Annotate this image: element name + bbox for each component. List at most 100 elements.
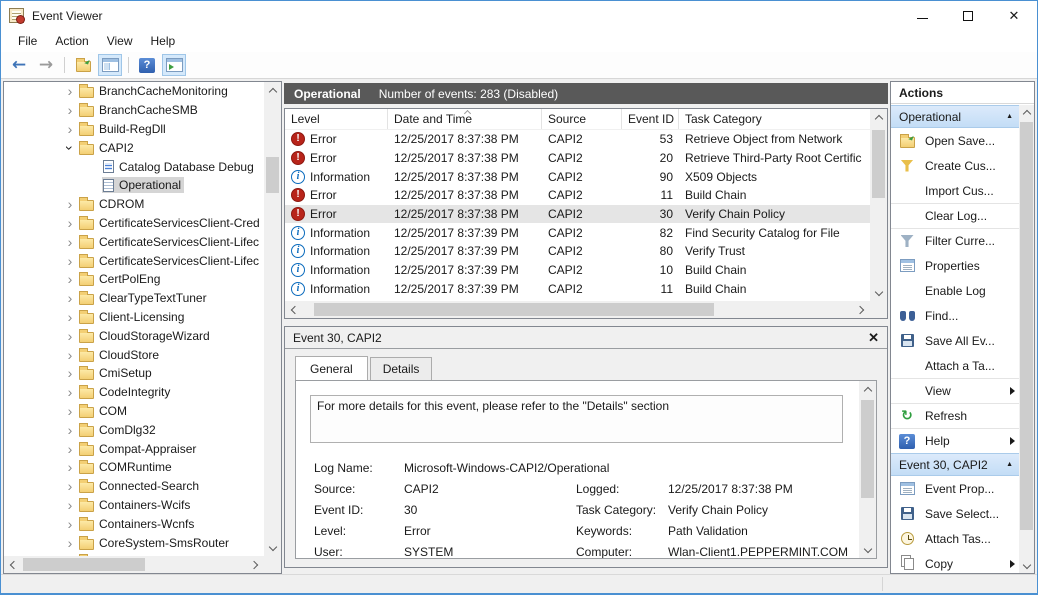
event-row-20-error[interactable]: Error12/25/2017 8:37:38 PMCAPI220Retriev… [285,149,870,168]
column-header-level[interactable]: Level [285,109,388,129]
scroll-up-button[interactable] [1019,105,1034,120]
event-row-53-error[interactable]: Error12/25/2017 8:37:38 PMCAPI253Retriev… [285,130,870,149]
tree-item-comdlg32[interactable]: ›ComDlg32 [4,420,264,439]
action-event-prop[interactable]: Event Prop... [891,476,1019,501]
expander-icon[interactable]: › [62,216,78,230]
tree-item-cmisetup[interactable]: ›CmiSetup [4,364,264,383]
table-horizontal-scrollbar[interactable] [285,301,870,318]
tree-item-codeintegrity[interactable]: ›CodeIntegrity [4,383,264,402]
tree-item-cdrom[interactable]: ›CDROM [4,195,264,214]
expander-icon[interactable]: › [62,103,78,117]
tree-item-containers-wcifs[interactable]: ›Containers-Wcifs [4,496,264,515]
scroll-thumb[interactable] [872,130,885,198]
action-properties[interactable]: Properties [891,253,1019,278]
expander-icon[interactable]: › [62,498,78,512]
action-attach-tas[interactable]: Attach Tas... [891,526,1019,551]
scroll-thumb[interactable] [1020,122,1033,530]
close-button[interactable]: ✕ [991,1,1037,30]
scroll-track[interactable] [1019,120,1034,558]
show-saved-log-button[interactable] [71,54,95,76]
action-copy[interactable]: Copy [891,551,1019,573]
tree-item-connected-search[interactable]: ›Connected-Search [4,477,264,496]
scroll-up-button[interactable] [870,109,887,126]
column-header-task-category[interactable]: Task Category [679,109,870,129]
table-vertical-scrollbar[interactable] [870,109,887,301]
tree-item-capi2[interactable]: ›CAPI2 [4,138,264,157]
detail-vertical-scrollbar[interactable] [859,381,876,558]
action-view[interactable]: View [891,378,1019,403]
tab-details[interactable]: Details [370,357,433,381]
expander-icon[interactable]: › [62,479,78,493]
tree-item-branchcachemonitoring[interactable]: ›BranchCacheMonitoring [4,82,264,101]
maximize-button[interactable] [945,1,991,30]
event-row-10-information[interactable]: Information12/25/2017 8:37:39 PMCAPI210B… [285,261,870,280]
tree-item-coresystem-smsrouter[interactable]: ›CoreSystem-SmsRouter [4,533,264,552]
scroll-down-button[interactable] [859,541,876,558]
action-pane-toggle-button[interactable] [162,54,186,76]
expander-icon[interactable]: › [62,122,78,136]
tree-item-cloudstoragewizard[interactable]: ›CloudStorageWizard [4,326,264,345]
scroll-up-button[interactable] [264,82,281,99]
detail-close-button[interactable]: ✕ [868,331,879,344]
event-row-80-information[interactable]: Information12/25/2017 8:37:39 PMCAPI280V… [285,242,870,261]
scroll-track[interactable] [859,398,876,541]
scroll-left-button[interactable] [4,556,21,573]
action-import-cus[interactable]: Import Cus... [891,178,1019,203]
scroll-track[interactable] [264,99,281,539]
actions-vertical-scrollbar[interactable] [1019,105,1034,573]
expander-icon[interactable]: › [62,272,78,286]
tree-item-cloudstore[interactable]: ›CloudStore [4,345,264,364]
tree-item-branchcachesmb[interactable]: ›BranchCacheSMB [4,101,264,120]
expander-icon[interactable]: › [62,442,78,456]
tree-item-certificateservicesclient-lifec[interactable]: ›CertificateServicesClient-Lifec [4,251,264,270]
tree-horizontal-scrollbar[interactable] [4,556,264,573]
tree-item-com[interactable]: ›COM [4,402,264,421]
expander-icon[interactable]: › [62,385,78,399]
tree-item-cleartypetexttuner[interactable]: ›ClearTypeTextTuner [4,289,264,308]
tab-general[interactable]: General [295,356,368,380]
scroll-thumb[interactable] [23,558,145,571]
expander-icon[interactable]: › [62,197,78,211]
expander-icon[interactable]: › [62,84,78,98]
menu-view[interactable]: View [98,31,142,51]
column-header-date-time[interactable]: Date and Time [388,109,542,129]
action-refresh[interactable]: Refresh [891,403,1019,428]
action-help[interactable]: Help [891,428,1019,453]
expander-icon[interactable]: › [62,366,78,380]
console-tree-toggle-button[interactable] [98,54,122,76]
action-clear-log[interactable]: Clear Log... [891,203,1019,228]
action-filter-curre[interactable]: Filter Curre... [891,228,1019,253]
action-save-all-ev[interactable]: Save All Ev... [891,328,1019,353]
tree-item-certpoleng[interactable]: ›CertPolEng [4,270,264,289]
forward-button[interactable]: → [34,54,58,76]
action-create-cus[interactable]: Create Cus... [891,153,1019,178]
scroll-right-button[interactable] [247,556,264,573]
scroll-left-button[interactable] [285,301,302,318]
event-row-82-information[interactable]: Information12/25/2017 8:37:39 PMCAPI282F… [285,223,870,242]
scroll-right-button[interactable] [853,301,870,318]
expander-icon[interactable]: › [62,348,78,362]
scroll-down-button[interactable] [870,284,887,301]
menu-file[interactable]: File [9,31,46,51]
minimize-button[interactable] [899,1,945,30]
back-button[interactable]: ← [7,54,31,76]
tree-vertical-scrollbar[interactable] [264,82,281,556]
tree-item-client-licensing[interactable]: ›Client-Licensing [4,308,264,327]
scroll-track[interactable] [870,126,887,284]
expander-icon[interactable]: › [62,254,78,268]
tree-item-catalog-database-debug[interactable]: Catalog Database Debug [4,157,264,176]
expander-icon[interactable]: › [62,536,78,550]
tree-item-compat-appraiser[interactable]: ›Compat-Appraiser [4,439,264,458]
expander-icon[interactable]: › [63,140,77,156]
scroll-thumb[interactable] [861,400,874,498]
help-button[interactable] [135,54,159,76]
expander-icon[interactable]: › [62,329,78,343]
expander-icon[interactable]: › [62,310,78,324]
event-row-30-error[interactable]: Error12/25/2017 8:37:38 PMCAPI230Verify … [285,205,870,224]
action-save-select[interactable]: Save Select... [891,501,1019,526]
menu-action[interactable]: Action [46,31,97,51]
column-header-source[interactable]: Source [542,109,622,129]
tree-item-comruntime[interactable]: ›COMRuntime [4,458,264,477]
expander-icon[interactable]: › [62,423,78,437]
action-find[interactable]: Find... [891,303,1019,328]
